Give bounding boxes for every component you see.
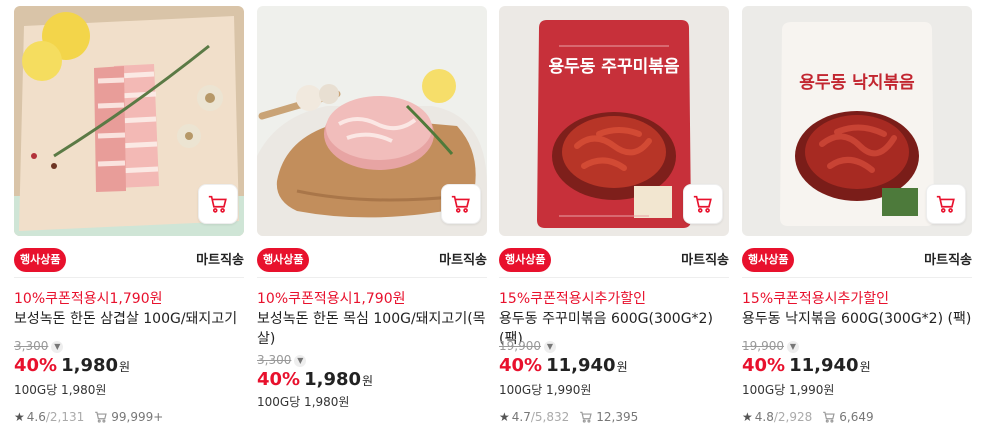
divider <box>257 277 487 278</box>
shopping-cart-icon <box>208 195 227 213</box>
product-grid: 행사상품 마트직송 10%쿠폰적용시1,790원 보성녹돈 한돈 삼겹살 100… <box>14 6 974 428</box>
add-to-cart-button[interactable] <box>683 184 723 224</box>
rating-row: ★ 4.7 /5,832 12,395 <box>499 410 638 424</box>
card-meta-row: 행사상품 마트직송 <box>14 246 244 272</box>
chevron-down-icon[interactable]: ▼ <box>787 340 799 353</box>
product-image[interactable]: 용두동 낙지볶음 <box>742 6 972 236</box>
rating-score: 4.7 <box>511 410 531 424</box>
price-row: 40% 11,940원 <box>499 355 628 376</box>
card-meta-row: 행사상품 마트직송 <box>742 246 972 272</box>
package-title: 용두동 주꾸미볶음 <box>548 57 679 77</box>
cart-count-icon <box>95 411 107 423</box>
rating-score: 4.8 <box>754 410 774 424</box>
currency-unit: 원 <box>362 374 374 388</box>
star-icon: ★ <box>742 410 753 424</box>
currency-unit: 원 <box>859 360 871 374</box>
product-card[interactable]: 용두동 주꾸미볶음 행사상품 마트직송 15%쿠폰적용시추가할인 용두동 주꾸미… <box>499 6 729 428</box>
product-card[interactable]: 용두동 낙지볶음 행사상품 마트직송 15%쿠폰적용시추가할인 용두동 낙지볶음… <box>742 6 972 428</box>
cart-count: 99,999+ <box>111 410 164 424</box>
event-badge: 행사상품 <box>499 248 552 272</box>
sale-price: 11,940 <box>789 355 859 376</box>
review-count: /5,832 <box>530 410 570 424</box>
star-icon: ★ <box>14 410 25 424</box>
shipping-tag: 마트직송 <box>681 253 729 268</box>
shipping-tag: 마트직송 <box>924 253 972 268</box>
discount-rate: 40% <box>14 355 58 376</box>
currency-unit: 원 <box>119 360 131 374</box>
shopping-cart-icon <box>936 195 955 213</box>
shopping-cart-icon <box>693 195 712 213</box>
add-to-cart-button[interactable] <box>926 184 966 224</box>
cart-count-icon <box>823 411 835 423</box>
package-title: 용두동 낙지볶음 <box>799 73 915 93</box>
original-price: 19,900 <box>742 339 784 353</box>
original-price: 3,300 <box>14 339 49 353</box>
product-name[interactable]: 용두동 낙지볶음 600G(300G*2) (팩) <box>742 309 972 329</box>
coupon-promo: 15%쿠폰적용시추가할인 <box>742 291 890 307</box>
divider <box>14 277 244 278</box>
divider <box>742 277 972 278</box>
discount-rate: 40% <box>499 355 543 376</box>
discount-rate: 40% <box>742 355 786 376</box>
cart-count: 12,395 <box>596 410 639 424</box>
add-to-cart-button[interactable] <box>441 184 481 224</box>
event-badge: 행사상품 <box>14 248 67 272</box>
product-card[interactable]: 행사상품 마트직송 10%쿠폰적용시1,790원 보성녹돈 한돈 삼겹살 100… <box>14 6 244 428</box>
card-meta-row: 행사상품 마트직송 <box>257 246 487 272</box>
coupon-promo: 15%쿠폰적용시추가할인 <box>499 291 647 307</box>
chevron-down-icon[interactable]: ▼ <box>294 354 307 367</box>
review-count: /2,131 <box>45 410 85 424</box>
original-price: 19,900 <box>499 339 541 353</box>
original-price-row: 3,300 ▼ <box>257 353 307 367</box>
event-badge: 행사상품 <box>257 248 310 272</box>
original-price-row: 3,300 ▼ <box>14 339 64 353</box>
star-icon: ★ <box>499 410 510 424</box>
unit-price: 100G당 1,980원 <box>14 383 107 397</box>
event-badge: 행사상품 <box>742 248 795 272</box>
coupon-promo: 10%쿠폰적용시1,790원 <box>14 291 163 307</box>
price-row: 40% 1,980원 <box>14 355 130 376</box>
review-count: /2,928 <box>773 410 813 424</box>
cart-count: 6,649 <box>839 410 874 424</box>
coupon-promo: 10%쿠폰적용시1,790원 <box>257 291 406 307</box>
product-card[interactable]: 행사상품 마트직송 10%쿠폰적용시1,790원 보성녹돈 한돈 목심 100G… <box>257 6 487 428</box>
currency-unit: 원 <box>616 360 628 374</box>
sale-price: 1,980 <box>61 355 119 376</box>
card-meta-row: 행사상품 마트직송 <box>499 246 729 272</box>
shipping-tag: 마트직송 <box>439 253 487 268</box>
product-image[interactable]: 용두동 주꾸미볶음 <box>499 6 729 236</box>
rating-score: 4.6 <box>26 410 46 424</box>
original-price-row: 19,900 ▼ <box>742 339 799 353</box>
price-row: 40% 11,940원 <box>742 355 871 376</box>
unit-price: 100G당 1,980원 <box>257 395 350 409</box>
rating-row: ★ 4.8 /2,928 6,649 <box>742 410 874 424</box>
sale-price: 1,980 <box>304 369 362 390</box>
unit-price: 100G당 1,990원 <box>499 383 592 397</box>
rating-row: ★ 4.6 /2,131 99,999+ <box>14 410 163 424</box>
chevron-down-icon[interactable]: ▼ <box>51 340 64 353</box>
product-name[interactable]: 보성녹돈 한돈 삼겹살 100G/돼지고기 <box>14 309 244 329</box>
shipping-tag: 마트직송 <box>196 253 244 268</box>
chevron-down-icon[interactable]: ▼ <box>544 340 556 353</box>
cart-count-icon <box>580 411 592 423</box>
add-to-cart-button[interactable] <box>198 184 238 224</box>
original-price-row: 19,900 ▼ <box>499 339 556 353</box>
product-name[interactable]: 보성녹돈 한돈 목심 100G/돼지고기(목살) <box>257 309 487 349</box>
shopping-cart-icon <box>451 195 470 213</box>
product-image[interactable] <box>14 6 244 236</box>
original-price: 3,300 <box>257 353 292 367</box>
product-image[interactable] <box>257 6 487 236</box>
divider <box>499 277 729 278</box>
price-row: 40% 1,980원 <box>257 369 373 390</box>
unit-price: 100G당 1,990원 <box>742 383 835 397</box>
discount-rate: 40% <box>257 369 301 390</box>
sale-price: 11,940 <box>546 355 616 376</box>
